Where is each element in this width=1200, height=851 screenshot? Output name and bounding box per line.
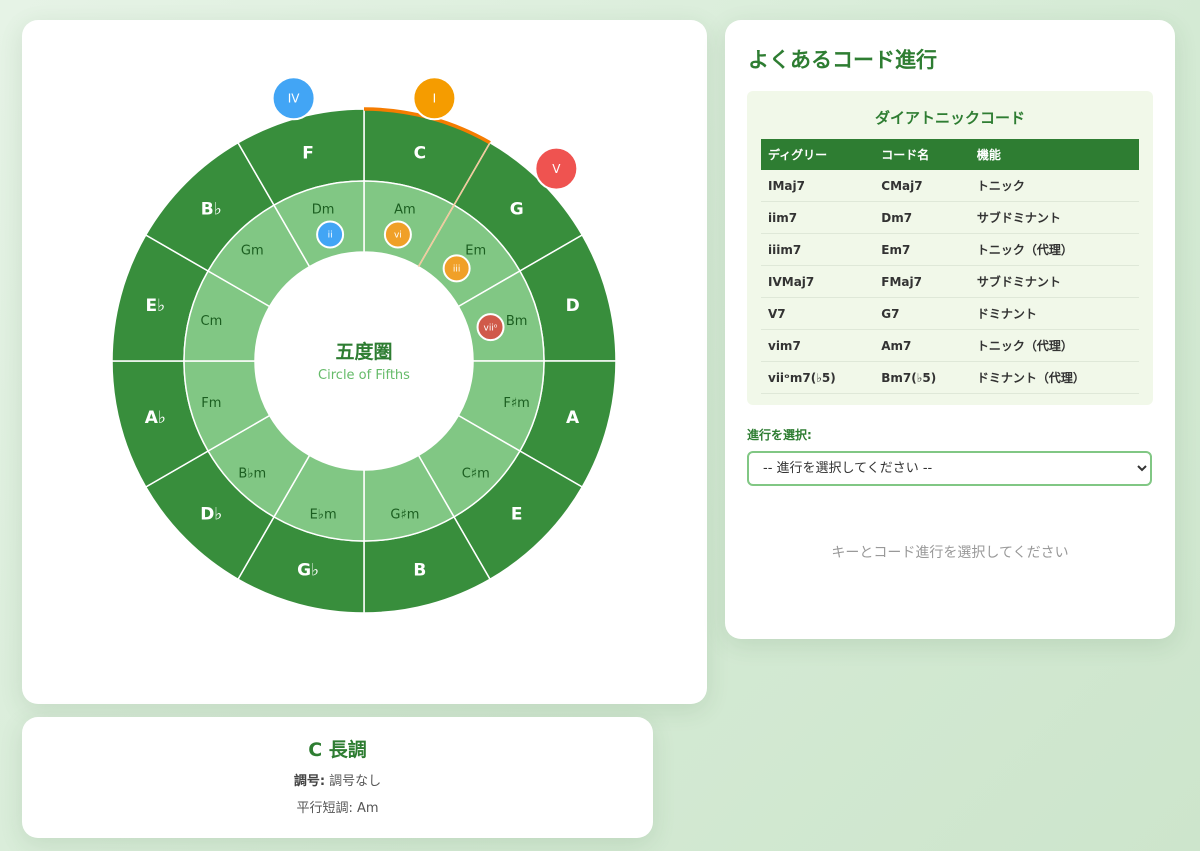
cell-function: サブドミナント xyxy=(969,201,1139,234)
major-key-label: E xyxy=(511,505,523,525)
degree-marker-label: ii xyxy=(328,231,333,241)
cell-degree: iim7 xyxy=(761,201,875,234)
progression-select[interactable]: -- 進行を選択してください -- xyxy=(747,451,1152,486)
cell-function: トニック（代理） xyxy=(969,329,1139,362)
progression-panel: よくあるコード進行 ダイアトニックコード ディグリー コード名 機能 IMaj7… xyxy=(725,20,1175,639)
relative-minor-value: Am xyxy=(356,801,379,816)
header-function: 機能 xyxy=(969,139,1139,170)
minor-key-label: Em xyxy=(465,243,486,258)
center-subtitle: Circle of Fifths xyxy=(318,368,410,383)
major-key-label: G xyxy=(510,199,524,219)
major-key-label: A xyxy=(566,408,580,428)
minor-key-label: Bm xyxy=(506,314,528,329)
cell-chord: Am7 xyxy=(874,329,970,362)
major-key-label: B♭ xyxy=(201,199,222,219)
minor-key-label: E♭m xyxy=(310,508,337,523)
cell-function: ドミナント（代理） xyxy=(969,361,1139,394)
major-key-label: C xyxy=(414,143,426,163)
minor-key-label: Cm xyxy=(201,314,223,329)
minor-key-label: G♯m xyxy=(390,508,419,523)
relative-minor-line: 平行短調: Am xyxy=(22,797,653,816)
cell-chord: Bm7(♭5) xyxy=(874,361,970,394)
cell-function: サブドミナント xyxy=(969,265,1139,298)
cell-degree: IVMaj7 xyxy=(761,265,875,298)
degree-marker-label: vi xyxy=(394,231,402,241)
table-row: IVMaj7 FMaj7 サブドミナント xyxy=(761,265,1139,298)
key-title: C 長調 xyxy=(308,739,367,761)
cell-degree: V7 xyxy=(761,297,875,330)
diatonic-header-row: ディグリー コード名 機能 xyxy=(761,139,1139,170)
degree-marker-label: viiᵒ xyxy=(484,323,498,333)
table-row: IMaj7 CMaj7 トニック xyxy=(761,170,1139,202)
table-row: viiᵒm7(♭5) Bm7(♭5) ドミナント（代理） xyxy=(761,361,1139,394)
minor-key-label: Gm xyxy=(241,243,264,258)
empty-state-message: キーとコード進行を選択してください xyxy=(831,545,1069,561)
major-key-label: B xyxy=(413,561,426,581)
major-key-label: D♭ xyxy=(200,505,222,525)
minor-key-label: B♭m xyxy=(238,467,266,482)
cell-chord: FMaj7 xyxy=(874,265,970,298)
degree-marker-label: iii xyxy=(453,265,461,275)
cell-chord: CMaj7 xyxy=(874,170,970,202)
major-key-label: A♭ xyxy=(145,408,166,428)
minor-key-label: Am xyxy=(394,202,416,217)
cell-degree: viiᵒm7(♭5) xyxy=(761,361,875,394)
key-signature-line: 調号: 調号なし xyxy=(22,770,653,789)
circle-of-fifths[interactable]: C G D A E B G♭ D♭ A♭ E♭ B♭ F Am Em Bm F♯m C♯m G♯m E♭m B♭m Fm… xyxy=(22,20,707,704)
cell-degree: iiim7 xyxy=(761,233,875,266)
minor-key-label: Dm xyxy=(312,202,335,217)
header-chord-name: コード名 xyxy=(874,139,970,170)
key-signature-label: 調号: xyxy=(293,774,326,789)
cell-function: トニック（代理） xyxy=(969,233,1139,266)
key-info-panel: C 長調 調号: 調号なし 平行短調: Am xyxy=(22,717,653,838)
minor-key-label: C♯m xyxy=(462,467,490,482)
cell-function: トニック xyxy=(969,170,1139,202)
cell-chord: G7 xyxy=(874,297,970,330)
cell-chord: Em7 xyxy=(874,233,970,266)
progression-select-label: 進行を選択: xyxy=(747,428,812,442)
minor-key-label: F♯m xyxy=(503,396,529,411)
circle-of-fifths-panel: C G D A E B G♭ D♭ A♭ E♭ B♭ F Am Em Bm F♯m C♯m G♯m E♭m B♭m Fm… xyxy=(22,20,707,704)
table-row: iim7 Dm7 サブドミナント xyxy=(761,201,1139,234)
degree-marker-label: I xyxy=(433,92,437,106)
progression-title: よくあるコード進行 xyxy=(748,48,937,72)
diatonic-chords-box: ダイアトニックコード ディグリー コード名 機能 IMaj7 CMaj7 トニック … xyxy=(747,91,1153,405)
header-degree: ディグリー xyxy=(761,139,875,170)
diatonic-table: ディグリー コード名 機能 IMaj7 CMaj7 トニック iim7 Dm7 サブドミ… xyxy=(761,139,1139,394)
cell-degree: IMaj7 xyxy=(761,170,875,202)
minor-key-label: Fm xyxy=(201,396,221,411)
major-key-label: D xyxy=(566,296,580,316)
degree-marker-label: V xyxy=(552,162,561,176)
table-row: V7 G7 ドミナント xyxy=(761,297,1139,330)
diatonic-title: ダイアトニックコード xyxy=(874,109,1025,127)
cell-function: ドミナント xyxy=(969,297,1139,330)
degree-marker-label: IV xyxy=(288,92,301,106)
table-row: vim7 Am7 トニック（代理） xyxy=(761,329,1139,362)
key-signature-value: 調号なし xyxy=(329,774,382,789)
table-row: iiim7 Em7 トニック（代理） xyxy=(761,233,1139,266)
center-title: 五度圏 xyxy=(335,340,392,363)
cell-degree: vim7 xyxy=(761,329,875,362)
major-key-label: E♭ xyxy=(146,296,166,316)
relative-minor-label: 平行短調: xyxy=(296,801,353,816)
cell-chord: Dm7 xyxy=(874,201,970,234)
major-key-label: G♭ xyxy=(297,561,319,581)
major-key-label: F xyxy=(302,143,314,163)
